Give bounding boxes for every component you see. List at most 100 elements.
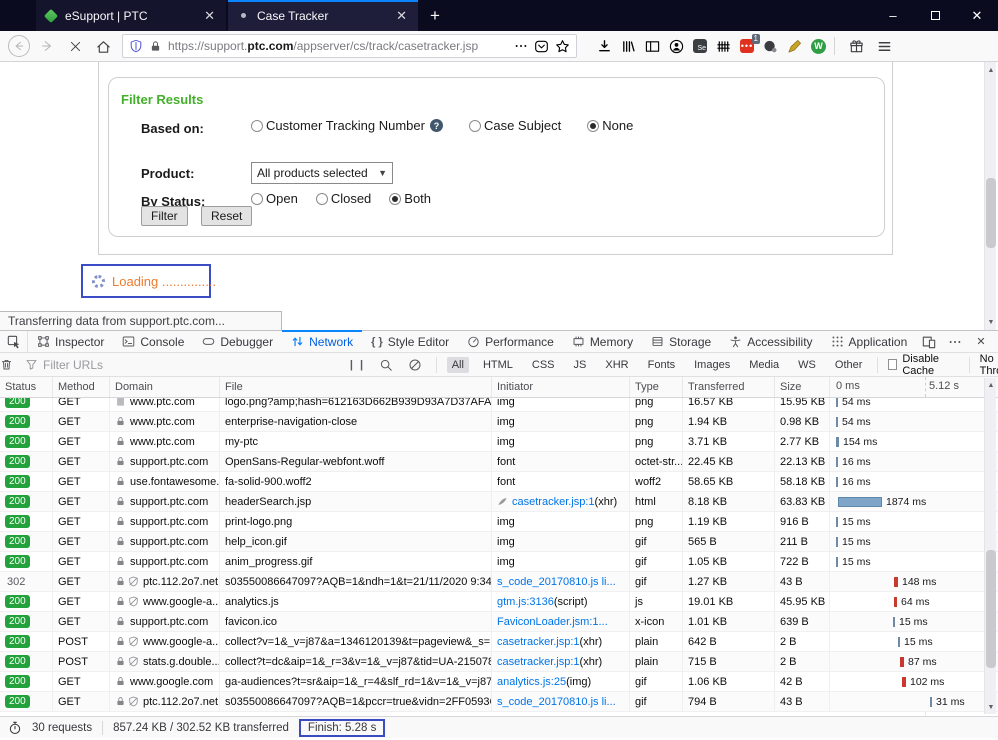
whats-new-button[interactable]: [843, 34, 869, 58]
app-menu-button[interactable]: [871, 34, 897, 58]
network-request-row[interactable]: 200 GET www.ptc.com enterprise-navigation-c…: [0, 412, 998, 432]
pause-button[interactable]: | |: [347, 353, 368, 376]
type-filter-ws[interactable]: WS: [793, 357, 821, 373]
column-header-file[interactable]: File: [220, 377, 492, 397]
column-header-method[interactable]: Method: [53, 377, 110, 397]
browser-tab[interactable]: Case Tracker ✕: [228, 0, 418, 31]
disable-cache-toggle[interactable]: Disable Cache: [888, 353, 959, 377]
throttling-select[interactable]: No Throttling ⇅: [980, 353, 998, 377]
tracking-shield-icon[interactable]: [129, 39, 143, 53]
download-icon[interactable]: [597, 39, 612, 54]
search-button[interactable]: [376, 353, 397, 376]
radio-button[interactable]: [251, 192, 263, 205]
maximize-button[interactable]: [914, 0, 956, 31]
filter-urls-input[interactable]: Filter URLs: [17, 358, 347, 372]
product-select[interactable]: All products selected ▼: [251, 162, 393, 184]
network-request-row[interactable]: 200 POST www.google-a... collect?v=1&_v=j87…: [0, 632, 998, 652]
based-on-option[interactable]: None: [587, 118, 633, 133]
tab-close-icon[interactable]: ✕: [201, 8, 218, 24]
scroll-up-icon[interactable]: ▲: [985, 64, 997, 76]
home-button[interactable]: [90, 34, 116, 58]
library-icon[interactable]: [621, 39, 636, 54]
network-request-row[interactable]: 200 GET www.ptc.com logo.png?amp;hash=61216…: [0, 398, 998, 412]
requests-scrollbar-thumb[interactable]: [986, 550, 996, 668]
devtools-tab-network[interactable]: Network: [282, 330, 363, 352]
initiator-link[interactable]: analytics.js:25: [497, 676, 566, 688]
network-request-row[interactable]: 200 GET www.google-a... analytics.js gtm.js:…: [0, 592, 998, 612]
minimize-button[interactable]: –: [872, 0, 914, 31]
page-scrollbar[interactable]: ▲ ▼: [984, 62, 996, 330]
scroll-down-icon[interactable]: ▼: [985, 316, 997, 328]
network-request-row[interactable]: 200 GET www.ptc.com my-ptc img png 3.71 KB 2.77…: [0, 432, 998, 452]
radio-button[interactable]: [251, 119, 263, 132]
adblock-icon[interactable]: ••• 1: [740, 34, 760, 53]
radio-button[interactable]: [315, 192, 328, 205]
network-request-row[interactable]: 200 GET ptc.112.2o7.net s03550086647097?AQB…: [0, 692, 998, 712]
network-request-row[interactable]: 302 GET ptc.112.2o7.net s03550086647097?AQB…: [0, 572, 998, 592]
column-header-size[interactable]: Size: [775, 377, 830, 397]
forward-button[interactable]: [34, 34, 60, 58]
column-header-transferred[interactable]: Transferred: [683, 377, 775, 397]
pen-icon[interactable]: [787, 39, 802, 54]
type-filter-js[interactable]: JS: [569, 357, 592, 373]
stop-button[interactable]: [62, 34, 88, 58]
type-filter-other[interactable]: Other: [830, 357, 868, 373]
scroll-down-icon[interactable]: ▼: [985, 701, 997, 713]
requests-scrollbar[interactable]: ▲ ▼: [984, 378, 996, 714]
grill-icon[interactable]: [716, 39, 731, 54]
devtools-tab-performance[interactable]: Performance: [458, 331, 563, 352]
type-filter-all[interactable]: All: [446, 356, 469, 373]
clear-requests-button[interactable]: [0, 353, 13, 376]
network-request-row[interactable]: 200 GET support.ptc.com help_icon.gif img gif…: [0, 532, 998, 552]
network-request-row[interactable]: 200 GET use.fontawesome... fa-solid-900.wof…: [0, 472, 998, 492]
devtools-tab-console[interactable]: Console: [113, 331, 193, 352]
selenium-icon[interactable]: Se: [693, 39, 707, 53]
block-button[interactable]: [405, 353, 426, 376]
initiator-link[interactable]: s_code_20170810.js li...: [497, 576, 616, 588]
network-request-row[interactable]: 200 GET support.ptc.com anim_progress.gif im…: [0, 552, 998, 572]
network-request-row[interactable]: 200 GET support.ptc.com print-logo.png img pn…: [0, 512, 998, 532]
devtools-tab-storage[interactable]: Storage: [642, 331, 720, 352]
type-filter-media[interactable]: Media: [744, 357, 784, 373]
back-button[interactable]: [6, 34, 32, 58]
column-header-timeline[interactable]: 0 ms 5.12 s: [830, 377, 998, 397]
column-header-status[interactable]: Status: [0, 377, 53, 397]
radio-button[interactable]: [587, 119, 600, 132]
tab-close-icon[interactable]: ✕: [393, 8, 410, 24]
type-filter-images[interactable]: Images: [689, 357, 735, 373]
help-icon[interactable]: ?: [429, 119, 443, 132]
type-filter-xhr[interactable]: XHR: [600, 357, 633, 373]
network-request-row[interactable]: 200 POST stats.g.double... collect?t=dc&aip…: [0, 652, 998, 672]
sidebar-icon[interactable]: [645, 39, 660, 54]
based-on-option[interactable]: Customer Tracking Number?: [251, 118, 443, 133]
network-request-row[interactable]: 200 GET support.ptc.com favicon.ico FaviconL…: [0, 612, 998, 632]
devtools-close-button[interactable]: ✕: [970, 332, 992, 352]
element-picker-button[interactable]: [0, 331, 28, 352]
network-request-row[interactable]: 200 GET support.ptc.com headerSearch.jsp cas…: [0, 492, 998, 512]
initiator-link[interactable]: casetracker.jsp:1: [497, 636, 580, 648]
devtools-tab-memory[interactable]: Memory: [563, 331, 642, 352]
by-status-option[interactable]: Open: [251, 191, 298, 206]
type-filter-fonts[interactable]: Fonts: [643, 357, 681, 373]
initiator-link[interactable]: gtm.js:3136: [497, 596, 554, 608]
column-header-type[interactable]: Type: [630, 377, 683, 397]
devtools-tab-application[interactable]: Application: [822, 331, 917, 352]
close-button[interactable]: ✕: [956, 0, 998, 31]
reset-button[interactable]: Reset: [201, 206, 253, 226]
scroll-up-icon[interactable]: ▲: [985, 379, 997, 391]
devtools-tab-style-editor[interactable]: { } Style Editor: [362, 331, 458, 352]
lock-icon[interactable]: [149, 40, 162, 53]
account-icon[interactable]: [669, 39, 684, 54]
devtools-tab-accessibility[interactable]: Accessibility: [720, 331, 821, 352]
sphere-icon[interactable]: [763, 39, 778, 54]
devtools-options-button[interactable]: [944, 332, 966, 352]
column-header-domain[interactable]: Domain: [110, 377, 220, 397]
based-on-option[interactable]: Case Subject: [468, 118, 561, 133]
w-extension-icon[interactable]: W: [811, 38, 826, 54]
browser-tab[interactable]: eSupport | PTC ✕: [36, 0, 226, 31]
disable-cache-checkbox[interactable]: [888, 359, 898, 370]
page-actions-icon[interactable]: [514, 39, 528, 53]
url-bar[interactable]: https://support.ptc.com/appserver/cs/tra…: [122, 34, 577, 58]
initiator-link[interactable]: FaviconLoader.jsm:1...: [497, 616, 608, 628]
radio-button[interactable]: [389, 192, 402, 205]
